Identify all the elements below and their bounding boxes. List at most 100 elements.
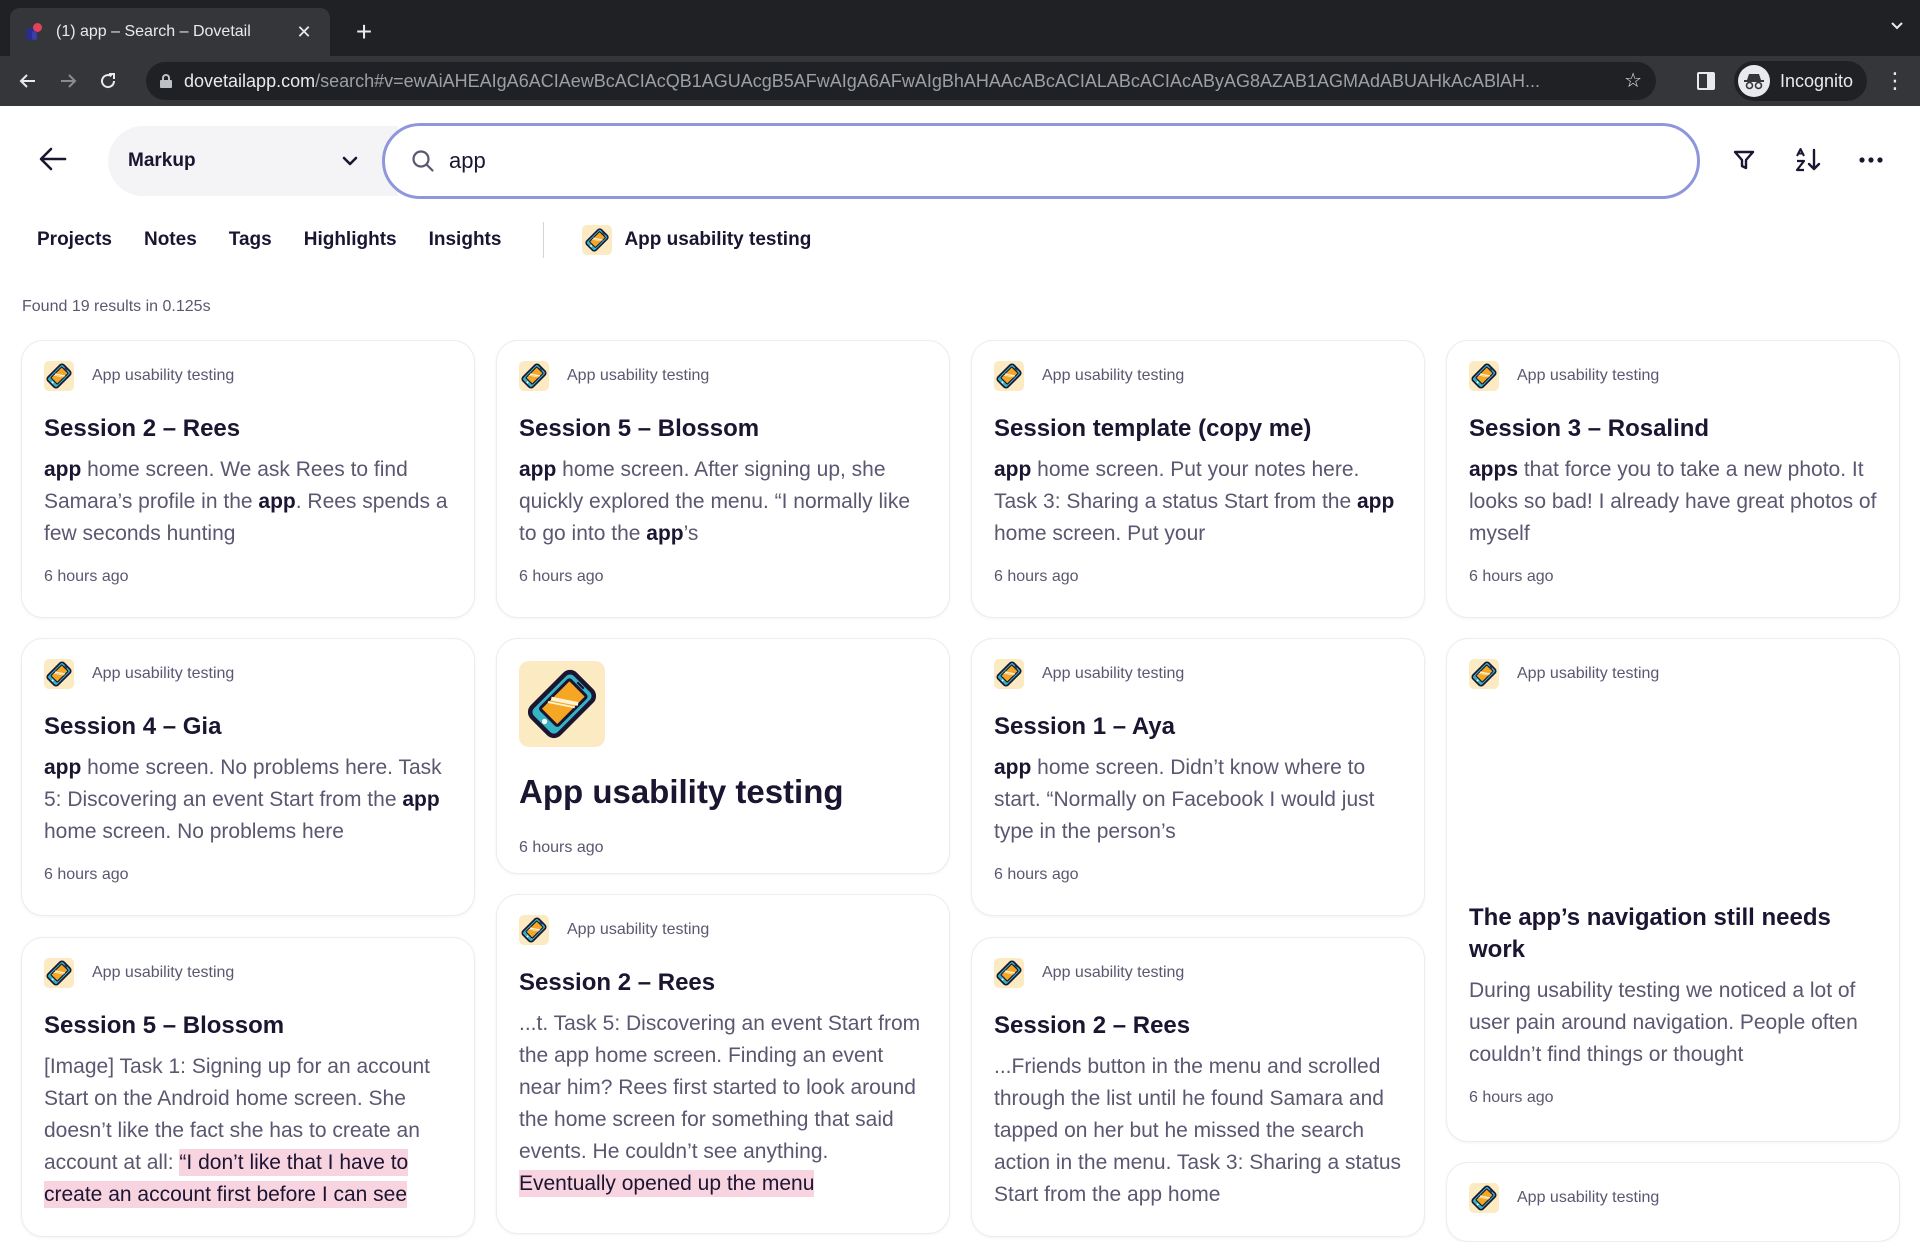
card-title: Session 5 – Blossom	[519, 415, 760, 442]
card-project: App usability testing	[44, 361, 452, 391]
search-match: app	[402, 788, 440, 811]
dovetail-favicon-icon	[24, 22, 44, 42]
card-project: App usability testing	[994, 958, 1402, 988]
snippet-text: ’s	[683, 522, 699, 545]
tab-title: (1) app – Search – Dovetail	[56, 23, 251, 40]
snippet-text: home screen. No problems here. Task 5: D…	[44, 756, 442, 811]
card-project: App usability testing	[44, 958, 452, 988]
url-host: dovetailapp.com	[184, 70, 316, 91]
note-result-card[interactable]: App usability testing Session 4 – Gia app …	[21, 638, 475, 916]
card-project-name: App usability testing	[1517, 1189, 1660, 1206]
card-title: Session 2 – Rees	[519, 969, 716, 996]
lock-icon	[160, 74, 172, 88]
chevron-down-icon	[342, 156, 358, 166]
incognito-label: Incognito	[1780, 70, 1854, 91]
card-project: App usability testing	[1469, 361, 1877, 391]
card-timestamp: 6 hours ago	[1469, 1089, 1554, 1106]
note-result-card[interactable]: App usability testing Session 5 – Blossom…	[21, 937, 475, 1237]
card-snippet: During usability testing we noticed a lo…	[1469, 975, 1877, 1071]
search-match: app	[519, 458, 557, 481]
note-result-card[interactable]: App usability testing Session 2 – Rees...…	[971, 937, 1425, 1237]
phone-project-icon	[44, 361, 74, 391]
note-result-card[interactable]: App usability testing Session 3 – Rosalin…	[1446, 340, 1900, 618]
card-project-name: App usability testing	[1042, 665, 1185, 682]
search-scope-value: Markup	[128, 150, 196, 171]
browser-back-button[interactable]	[8, 61, 48, 101]
search-match: app	[646, 522, 684, 545]
filter-tab-highlights[interactable]: Highlights	[304, 229, 397, 251]
incognito-profile-button[interactable]: Incognito	[1734, 61, 1868, 101]
phone-project-icon	[519, 915, 549, 945]
note-result-card[interactable]: App usability testing Session 5 – Blossom…	[496, 340, 950, 618]
card-title: The app’s navigation still needs work	[1469, 904, 1831, 963]
snippet-text: During usability testing we noticed a lo…	[1469, 979, 1858, 1066]
filter-tab-insights[interactable]: Insights	[429, 229, 502, 251]
card-project-name: App usability testing	[92, 964, 235, 981]
browser-forward-button[interactable]	[48, 61, 88, 101]
card-snippet: app home screen. After signing up, she q…	[519, 454, 927, 550]
phone-project-icon	[44, 958, 74, 988]
result-count: Found 19 results in 0.125s	[22, 298, 211, 315]
search-input[interactable]	[449, 148, 1671, 174]
note-result-card[interactable]: App usability testing Session 1 – Aya app …	[971, 638, 1425, 916]
card-snippet: [Image] Task 1: Signing up for an accoun…	[44, 1051, 452, 1211]
browser-tabstrip: (1) app – Search – Dovetail ✕ +	[0, 0, 1920, 56]
filter-tab-notes[interactable]: Notes	[144, 229, 197, 251]
side-panel-icon[interactable]	[1697, 72, 1715, 90]
card-project: App usability testing	[44, 659, 452, 689]
browser-tab[interactable]: (1) app – Search – Dovetail ✕	[10, 8, 330, 56]
filter-tab-tags[interactable]: Tags	[229, 229, 272, 251]
browser-menu-icon[interactable]: ⋮	[1884, 66, 1906, 96]
search-page: Markup Projects Notes Tags Highlights In…	[0, 106, 1920, 1242]
search-match: app	[994, 458, 1032, 481]
back-button[interactable]	[36, 142, 70, 176]
card-snippet: app home screen. Didn’t know where to st…	[994, 752, 1402, 848]
sort-button[interactable]	[1790, 142, 1826, 178]
new-tab-button[interactable]: +	[346, 14, 382, 50]
search-match: apps	[1469, 458, 1519, 481]
browser-reload-button[interactable]	[88, 61, 128, 101]
snippet-text: home screen. Put your	[994, 522, 1206, 545]
project-result-card[interactable]: App usability testing 6 hours ago	[496, 638, 950, 874]
address-bar[interactable]: dovetailapp.com /search#v=ewAiAHEAIgA6AC…	[146, 62, 1656, 100]
card-project-name: App usability testing	[1042, 964, 1185, 981]
note-result-card[interactable]: App usability testing Session 2 – Rees app…	[21, 340, 475, 618]
card-project-name: App usability testing	[567, 921, 710, 938]
card-title: Session 3 – Rosalind	[1469, 415, 1710, 442]
more-options-button[interactable]	[1853, 142, 1889, 178]
tab-close-icon[interactable]: ✕	[292, 22, 316, 43]
card-title: Session 4 – Gia	[44, 713, 222, 740]
search-match: app	[1357, 490, 1395, 513]
arrow-left-icon	[39, 147, 67, 171]
insight-result-card[interactable]: App usability testing The app’s navigatio…	[1446, 638, 1900, 1142]
card-title: Session 2 – Rees	[44, 415, 241, 442]
snippet-text: home screen. No problems here	[44, 820, 344, 843]
filter-button[interactable]	[1726, 142, 1762, 178]
phone-project-icon	[994, 958, 1024, 988]
snippet-text: ...t. Task 5: Discovering an event Start…	[519, 1012, 921, 1163]
snippet-text: home screen. After signing up, she quick…	[519, 458, 911, 545]
note-result-card[interactable]: App usability testing Session 2 – Rees...…	[496, 894, 950, 1234]
card-title: Session 1 – Aya	[994, 713, 1175, 740]
card-snippet: ...t. Task 5: Discovering an event Start…	[519, 1008, 927, 1200]
phone-project-icon	[994, 361, 1024, 391]
tab-search-chevron-icon[interactable]	[1890, 18, 1904, 36]
project-filter-chip[interactable]: App usability testing	[582, 225, 811, 255]
snippet-text: home screen. Put your notes here. Task 3…	[994, 458, 1360, 513]
phone-project-icon	[44, 659, 74, 689]
card-snippet: app home screen. We ask Rees to find Sam…	[44, 454, 452, 550]
bookmark-star-icon[interactable]: ☆	[1624, 68, 1642, 93]
card-timestamp: 6 hours ago	[994, 866, 1079, 883]
card-timestamp: 6 hours ago	[1469, 568, 1554, 585]
search-match: app	[44, 756, 82, 779]
search-scope-select[interactable]: Markup	[108, 126, 398, 196]
card-snippet: apps that force you to take a new photo.…	[1469, 454, 1877, 550]
url-path: /search#v=ewAiAHEAIgA6ACIAewBcACIAcQB1AG…	[315, 70, 1541, 91]
filter-tab-projects[interactable]: Projects	[37, 229, 112, 251]
phone-project-icon	[519, 661, 605, 747]
search-match: app	[44, 458, 82, 481]
note-result-card[interactable]: App usability testing Session template (c…	[971, 340, 1425, 618]
card-project-name: App usability testing	[92, 367, 235, 384]
card-project-name: App usability testing	[1517, 367, 1660, 384]
note-result-card[interactable]: App usability testing	[1446, 1162, 1900, 1242]
